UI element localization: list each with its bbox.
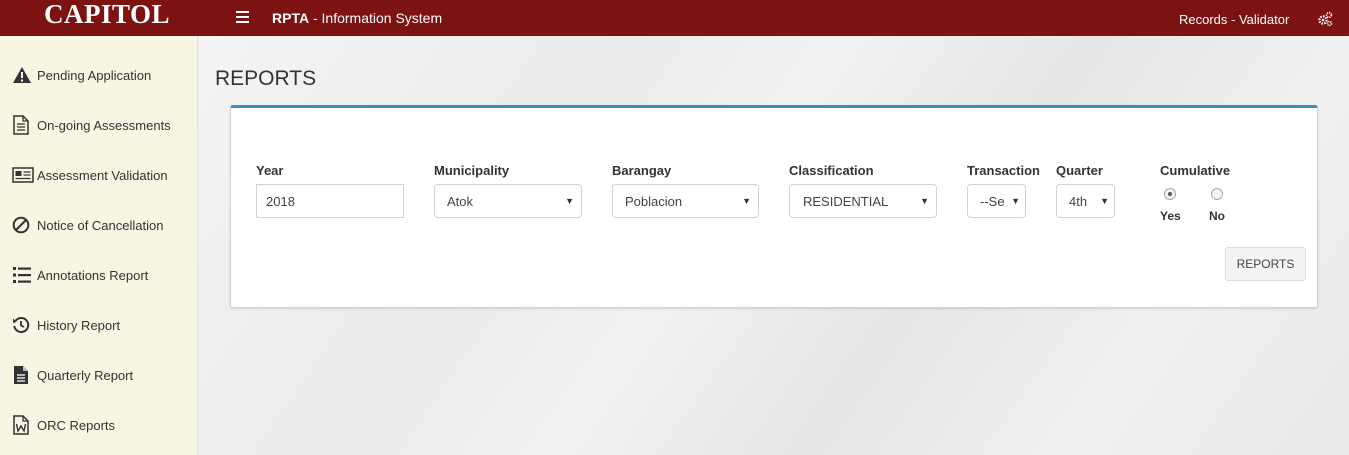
file-text-icon (12, 365, 34, 385)
app-title-rest: - Information System (309, 10, 443, 26)
sidebar-item-annotations-report[interactable]: Annotations Report (12, 264, 148, 286)
sidebar-item-label: Annotations Report (37, 267, 149, 283)
document-icon (12, 115, 34, 135)
sidebar-item-label: Assessment Validation (37, 167, 168, 183)
quarter-label: Quarter (1056, 163, 1103, 178)
chevron-down-icon: ▼ (1009, 196, 1020, 206)
chevron-down-icon: ▼ (742, 196, 751, 206)
sidebar-item-notice-of-cancellation[interactable]: Notice of Cancellation (12, 214, 163, 236)
municipality-select[interactable]: Atok ▼ (434, 184, 582, 218)
reports-form-card: Year 2018 Municipality Atok ▼ Barangay P… (230, 105, 1318, 308)
sidebar-item-ongoing-assessments[interactable]: On-going Assessments (12, 114, 171, 136)
barangay-value: Poblacion (625, 194, 683, 209)
main-content: REPORTS Year 2018 Municipality Atok ▼ Ba… (199, 36, 1349, 455)
sidebar-item-quarterly-report[interactable]: Quarterly Report (12, 364, 133, 386)
cumulative-yes-radio[interactable] (1164, 188, 1177, 200)
top-navbar: CAPITOL RPTA - Information System Record… (0, 0, 1349, 36)
reports-button[interactable]: REPORTS (1225, 247, 1306, 281)
word-file-icon (12, 415, 34, 435)
sidebar-item-pending-application[interactable]: Pending Application (12, 64, 151, 86)
sidebar: Pending Application On-going Assessments… (0, 36, 198, 455)
gears-icon[interactable] (1317, 11, 1333, 27)
classification-value: RESIDENTIAL (803, 194, 889, 209)
chevron-down-icon: ▼ (1100, 196, 1109, 206)
chevron-down-icon: ▼ (920, 196, 929, 206)
municipality-value: Atok (447, 194, 474, 209)
cumulative-no-option[interactable]: No (1209, 188, 1225, 223)
app-title: RPTA - Information System (272, 10, 442, 26)
sidebar-item-label: ORC Reports (37, 417, 116, 433)
transaction-value: --Se (980, 194, 1005, 209)
sidebar-item-label: Notice of Cancellation (37, 217, 164, 233)
classification-select[interactable]: RESIDENTIAL ▼ (789, 184, 937, 218)
newspaper-icon (12, 165, 34, 185)
logo: CAPITOL (44, 0, 171, 29)
user-role-menu[interactable]: Records - Validator (1179, 12, 1289, 27)
transaction-select[interactable]: --Se ▼ (967, 184, 1026, 218)
sidebar-item-orc-reports[interactable]: ORC Reports (12, 414, 115, 436)
sidebar-item-assessment-validation[interactable]: Assessment Validation (12, 164, 168, 186)
barangay-label: Barangay (612, 163, 672, 178)
cumulative-no-label: No (1209, 209, 1225, 223)
app-title-bold: RPTA (272, 10, 310, 26)
cumulative-label: Cumulative (1160, 163, 1231, 178)
sidebar-item-history-report[interactable]: History Report (12, 314, 120, 336)
classification-label: Classification (789, 163, 874, 178)
year-label: Year (256, 163, 284, 178)
page-title: REPORTS (215, 67, 317, 90)
ordered-list-icon (12, 265, 34, 285)
cumulative-yes-option[interactable]: Yes (1160, 188, 1181, 223)
ban-icon (12, 215, 34, 235)
municipality-label: Municipality (434, 163, 510, 178)
quarter-value: 4th (1069, 194, 1088, 209)
barangay-select[interactable]: Poblacion ▼ (612, 184, 759, 218)
sidebar-item-label: History Report (37, 317, 121, 333)
hamburger-icon[interactable] (236, 11, 249, 23)
cumulative-yes-label: Yes (1160, 209, 1181, 223)
history-icon (12, 315, 34, 335)
transaction-label: Transaction (967, 163, 1040, 178)
sidebar-item-label: Quarterly Report (37, 367, 134, 383)
sidebar-item-label: Pending Application (37, 67, 152, 83)
chevron-down-icon: ▼ (565, 196, 574, 206)
year-input[interactable]: 2018 (256, 184, 404, 218)
quarter-select[interactable]: 4th ▼ (1056, 184, 1115, 218)
warning-icon (12, 65, 34, 85)
cumulative-no-radio[interactable] (1211, 188, 1223, 200)
sidebar-item-label: On-going Assessments (37, 117, 171, 133)
